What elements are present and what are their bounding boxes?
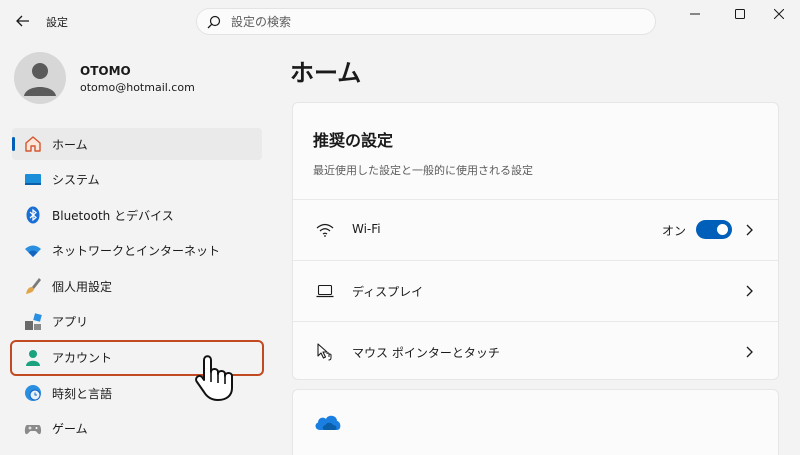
close-button[interactable] <box>764 4 794 24</box>
chevron-right-icon <box>746 224 753 236</box>
laptop-icon <box>315 281 335 301</box>
toggle-knob <box>717 224 728 235</box>
person-icon <box>24 63 56 96</box>
globe-clock-icon <box>24 384 42 402</box>
sidebar-item-gaming[interactable]: ゲーム <box>12 413 262 445</box>
profile-name: OTOMO <box>80 64 131 78</box>
sidebar-item-bluetooth[interactable]: Bluetooth とデバイス <box>12 199 262 231</box>
chevron-right-icon <box>746 346 753 358</box>
close-icon <box>774 9 784 19</box>
sidebar-item-label: 個人用設定 <box>52 279 113 294</box>
page-title: ホーム <box>290 59 362 87</box>
row-label: ディスプレイ <box>352 285 424 299</box>
display-row[interactable]: ディスプレイ <box>293 260 778 321</box>
home-icon <box>24 135 42 153</box>
row-label: Wi-Fi <box>352 222 381 236</box>
back-button[interactable] <box>12 10 34 32</box>
onedrive-card <box>292 389 779 455</box>
toggle-state-label: オン <box>661 224 686 238</box>
wifi-toggle[interactable] <box>696 220 732 239</box>
hand-cursor-icon <box>195 355 233 401</box>
avatar <box>14 52 66 104</box>
card-subtitle: 最近使用した設定と一般的に使用される設定 <box>313 164 533 177</box>
account-icon <box>24 349 42 367</box>
search-icon <box>207 15 221 28</box>
sidebar-item-label: 時刻と言語 <box>52 386 113 401</box>
minimize-button[interactable] <box>680 4 710 24</box>
sidebar-item-label: システム <box>52 173 100 188</box>
wifi-icon <box>24 242 42 260</box>
sidebar-item-label: ホーム <box>52 137 88 152</box>
mouse-pointer-touch-row[interactable]: マウス ポインターとタッチ <box>293 321 778 379</box>
sidebar-item-label: ネットワークとインターネット <box>52 244 221 259</box>
wifi-icon <box>315 220 335 240</box>
sidebar-item-system[interactable]: システム <box>12 164 262 196</box>
search-input[interactable] <box>231 14 631 29</box>
search-box[interactable] <box>196 8 656 35</box>
chevron-right-icon <box>746 285 753 297</box>
system-icon <box>24 171 42 189</box>
sidebar-item-network[interactable]: ネットワークとインターネット <box>12 235 262 267</box>
card-title: 推奨の設定 <box>313 131 394 150</box>
sidebar-item-label: ゲーム <box>52 422 88 437</box>
window-title: 設定 <box>46 16 68 29</box>
brush-icon <box>24 277 42 295</box>
sidebar-item-label: Bluetooth とデバイス <box>52 208 174 223</box>
back-arrow-icon <box>16 15 29 27</box>
recommended-settings-card: 推奨の設定 最近使用した設定と一般的に使用される設定 Wi-Fi オン ディスプ… <box>292 102 779 380</box>
sidebar-item-personalization[interactable]: 個人用設定 <box>12 270 262 302</box>
maximize-button[interactable] <box>725 4 755 24</box>
row-label: マウス ポインターとタッチ <box>352 346 500 360</box>
sidebar-item-home[interactable]: ホーム <box>12 128 262 160</box>
maximize-icon <box>735 9 745 19</box>
sidebar-item-apps[interactable]: アプリ <box>12 306 262 338</box>
bluetooth-icon <box>24 206 42 224</box>
sidebar-item-label: アカウント <box>52 351 113 366</box>
wifi-row[interactable]: Wi-Fi オン <box>293 199 778 260</box>
gamepad-icon <box>24 420 42 438</box>
minimize-icon <box>690 13 700 15</box>
onedrive-cloud-icon <box>315 415 341 430</box>
apps-icon <box>24 313 42 331</box>
profile-email: otomo@hotmail.com <box>80 81 195 94</box>
title-bar: 設定 <box>0 0 800 44</box>
sidebar-item-label: アプリ <box>52 315 89 330</box>
pointer-icon <box>315 342 335 362</box>
